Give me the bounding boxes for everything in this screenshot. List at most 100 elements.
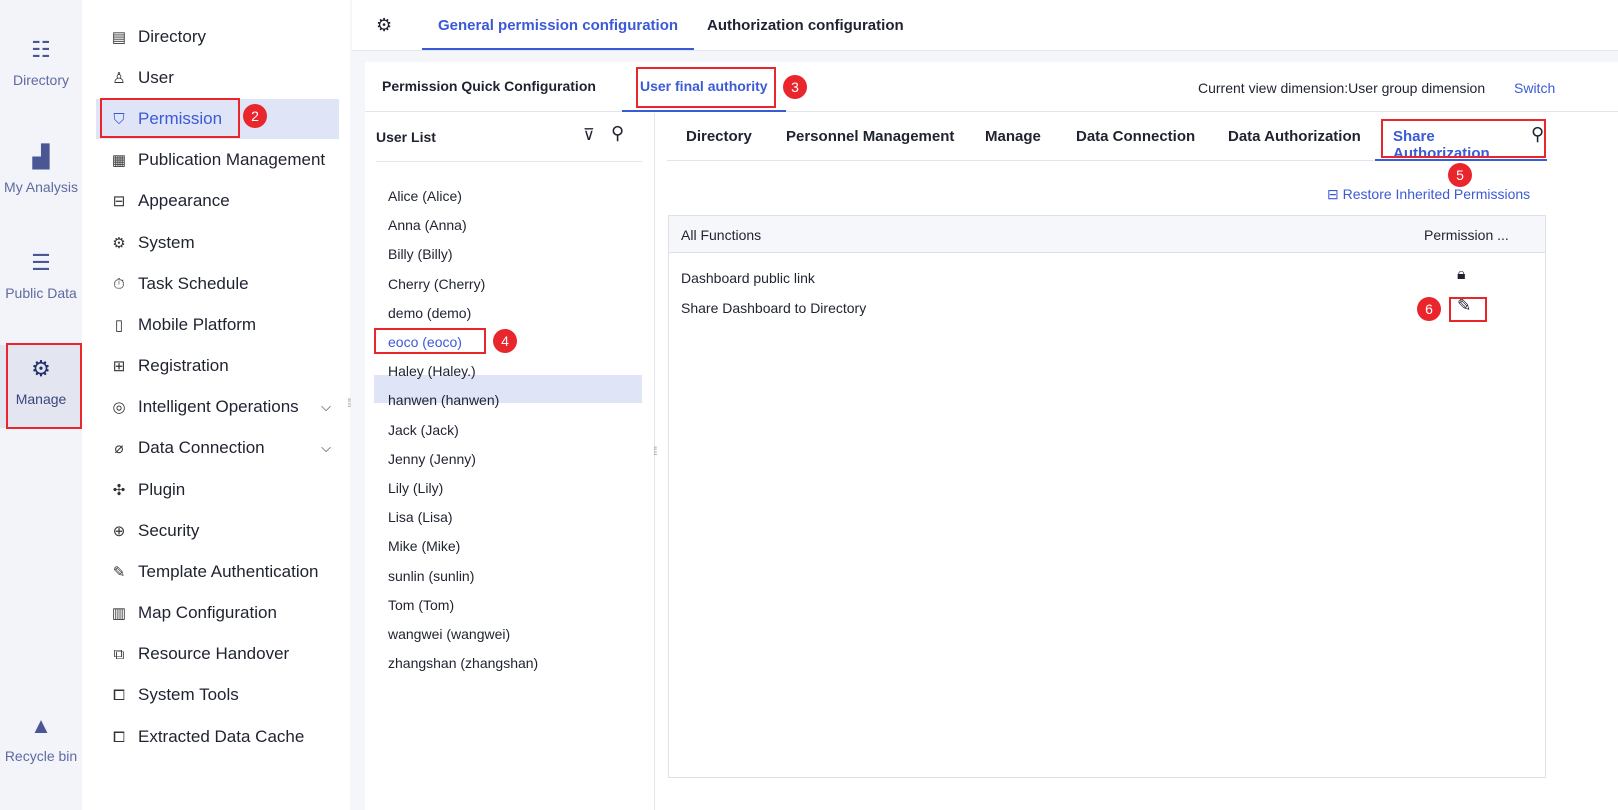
view-dimension-text: Current view dimension:User group dimens… bbox=[1198, 80, 1486, 96]
nav-template-authentication[interactable]: ✎ Template Authentication bbox=[96, 552, 339, 592]
nav-label: Extracted Data Cache bbox=[138, 727, 305, 746]
nav-intelligent-operations[interactable]: ◎ Intelligent Operations ⌵ bbox=[96, 387, 339, 427]
rail-label: Recycle bin bbox=[4, 748, 78, 764]
restore-icon: ⊟ bbox=[1327, 186, 1339, 202]
filter-icon[interactable]: ⊽ bbox=[583, 125, 595, 145]
nav-registration[interactable]: ⊞ Registration bbox=[96, 346, 339, 386]
function-name: Dashboard public link bbox=[681, 270, 815, 286]
tools-icon: ⧠ bbox=[112, 686, 125, 704]
user-list-item[interactable]: zhangshan (zhangshan) bbox=[388, 655, 538, 671]
nav-appearance[interactable]: ⊟ Appearance bbox=[96, 181, 339, 221]
functions-table: All Functions Permission ... Dashboard p… bbox=[668, 215, 1546, 778]
rail-public-data[interactable]: ☰ Public Data bbox=[0, 250, 82, 302]
rail-label: My Analysis bbox=[4, 179, 78, 195]
annotation-badge-4: 4 bbox=[493, 329, 517, 353]
nav-user[interactable]: ♙ User bbox=[96, 58, 339, 98]
user-list-item[interactable]: Lisa (Lisa) bbox=[388, 509, 453, 525]
annotation-box-6 bbox=[1449, 297, 1487, 322]
settings-gear-icon[interactable]: ⚙ bbox=[376, 15, 392, 36]
permission-panel: Permission Quick Configuration User fina… bbox=[365, 62, 1618, 810]
paint-roller-icon: ⊟ bbox=[112, 193, 126, 210]
restore-inherited-permissions-button[interactable]: ⊟ Restore Inherited Permissions bbox=[1327, 186, 1530, 203]
annotation-box-3 bbox=[636, 67, 776, 108]
user-list-item[interactable]: sunlin (sunlin) bbox=[388, 568, 474, 584]
cache-icon: ⧠ bbox=[112, 728, 125, 746]
user-list-item[interactable]: Mike (Mike) bbox=[388, 538, 460, 554]
rail-directory[interactable]: ☷ Directory bbox=[0, 38, 82, 89]
user-list-item[interactable]: Cherry (Cherry) bbox=[388, 276, 485, 292]
chevron-down-icon: ⌵ bbox=[321, 399, 331, 414]
tab-general-permission[interactable]: General permission configuration bbox=[422, 0, 695, 50]
nav-label: Plugin bbox=[138, 480, 186, 499]
timer-icon: ⏱ bbox=[113, 275, 125, 293]
tab-permission-quick-configuration[interactable]: Permission Quick Configuration bbox=[382, 78, 596, 94]
user-list-item[interactable]: Lily (Lily) bbox=[388, 480, 443, 496]
rail-label: Public Data bbox=[5, 285, 77, 301]
top-tab-bar: ⚙ General permission configuration Autho… bbox=[352, 0, 1618, 51]
public-data-icon: ☰ bbox=[31, 250, 51, 275]
header-all-functions: All Functions bbox=[681, 227, 762, 243]
tab-data-authorization[interactable]: Data Authorization bbox=[1228, 128, 1361, 145]
user-list-item[interactable]: hanwen (hanwen) bbox=[388, 392, 499, 408]
nav-system[interactable]: ⚙ System bbox=[96, 223, 339, 263]
nav-data-connection[interactable]: ⌀ Data Connection ⌵ bbox=[96, 428, 339, 468]
user-list-item[interactable]: Haley (Haley.) bbox=[388, 363, 476, 379]
user-list-item[interactable]: Tom (Tom) bbox=[388, 597, 454, 613]
nav-label: System bbox=[138, 233, 195, 252]
user-list-item[interactable]: Jack (Jack) bbox=[388, 422, 459, 438]
restore-label: Restore Inherited Permissions bbox=[1342, 186, 1531, 202]
user-list-item[interactable]: Jenny (Jenny) bbox=[388, 451, 476, 467]
resize-handle[interactable]: ⁞⁞ bbox=[653, 444, 657, 458]
annotation-box-1 bbox=[6, 343, 82, 429]
nav-security[interactable]: ⊕ Security bbox=[96, 511, 339, 551]
nav-extracted-data-cache[interactable]: ⧠ Extracted Data Cache bbox=[96, 717, 339, 757]
table-row: Share Dashboard to Directory ✎ bbox=[669, 296, 1545, 320]
nav-publication-management[interactable]: ▦ Publication Management bbox=[96, 140, 339, 180]
mobile-icon: ▯ bbox=[114, 317, 124, 334]
annotation-badge-2: 2 bbox=[243, 104, 267, 128]
user-list-item[interactable]: demo (demo) bbox=[388, 305, 471, 321]
resize-handle[interactable]: ⁞⁞ bbox=[347, 396, 351, 410]
nav-label: Map Configuration bbox=[138, 603, 277, 622]
search-icon[interactable]: ⚲ bbox=[611, 123, 624, 144]
puzzle-icon: ✣ bbox=[112, 482, 126, 499]
link-icon: ⌀ bbox=[114, 440, 124, 457]
tab-authorization-configuration[interactable]: Authorization configuration bbox=[707, 17, 904, 34]
list-icon: ▤ bbox=[111, 29, 127, 46]
nav-map-configuration[interactable]: ▥ Map Configuration bbox=[96, 593, 339, 633]
nav-mobile-platform[interactable]: ▯ Mobile Platform bbox=[96, 305, 339, 345]
analysis-icon: ▟ bbox=[32, 144, 50, 169]
tab-manage[interactable]: Manage bbox=[985, 128, 1041, 145]
annotation-badge-5: 5 bbox=[1448, 163, 1472, 187]
nav-label: Mobile Platform bbox=[138, 315, 257, 334]
nav-plugin[interactable]: ✣ Plugin bbox=[96, 470, 339, 510]
user-list-item[interactable]: wangwei (wangwei) bbox=[388, 626, 510, 642]
gear-icon: ⚙ bbox=[112, 235, 126, 252]
divider bbox=[376, 161, 642, 162]
tab-directory[interactable]: Directory bbox=[686, 128, 752, 145]
user-list-panel: User List ⊽ ⚲ Alice (Alice) Anna (Anna) Bi… bbox=[365, 113, 655, 810]
nav-label: Template Authentication bbox=[138, 562, 319, 581]
rail-my-analysis[interactable]: ▟ My Analysis bbox=[0, 144, 82, 196]
nav-resource-handover[interactable]: ⧉ Resource Handover bbox=[96, 634, 339, 674]
nav-system-tools[interactable]: ⧠ System Tools bbox=[96, 675, 339, 715]
handover-icon: ⧉ bbox=[113, 645, 125, 663]
tab-personnel-management[interactable]: Personnel Management bbox=[786, 128, 954, 145]
table-header: All Functions Permission ... bbox=[669, 216, 1545, 253]
switch-link[interactable]: Switch bbox=[1514, 80, 1555, 96]
map-icon: ▥ bbox=[111, 605, 127, 622]
rail-recycle-bin[interactable]: ▲ Recycle bin bbox=[0, 713, 82, 765]
nav-label: Task Schedule bbox=[138, 274, 249, 293]
nav-directory[interactable]: ▤ Directory bbox=[96, 17, 339, 57]
user-list-item[interactable]: Billy (Billy) bbox=[388, 246, 453, 262]
nav-label: Data Connection bbox=[138, 438, 265, 457]
nav-task-schedule[interactable]: ⏱ Task Schedule bbox=[96, 264, 339, 304]
tab-data-connection[interactable]: Data Connection bbox=[1076, 128, 1195, 145]
recycle-bin-icon: ▲ bbox=[30, 713, 52, 738]
user-list-item[interactable]: Alice (Alice) bbox=[388, 188, 462, 204]
nav-label: System Tools bbox=[138, 685, 239, 704]
annotation-badge-6: 6 bbox=[1417, 297, 1441, 321]
user-list-item[interactable]: Anna (Anna) bbox=[388, 217, 467, 233]
function-name: Share Dashboard to Directory bbox=[681, 300, 867, 316]
registration-icon: ⊞ bbox=[112, 358, 126, 375]
